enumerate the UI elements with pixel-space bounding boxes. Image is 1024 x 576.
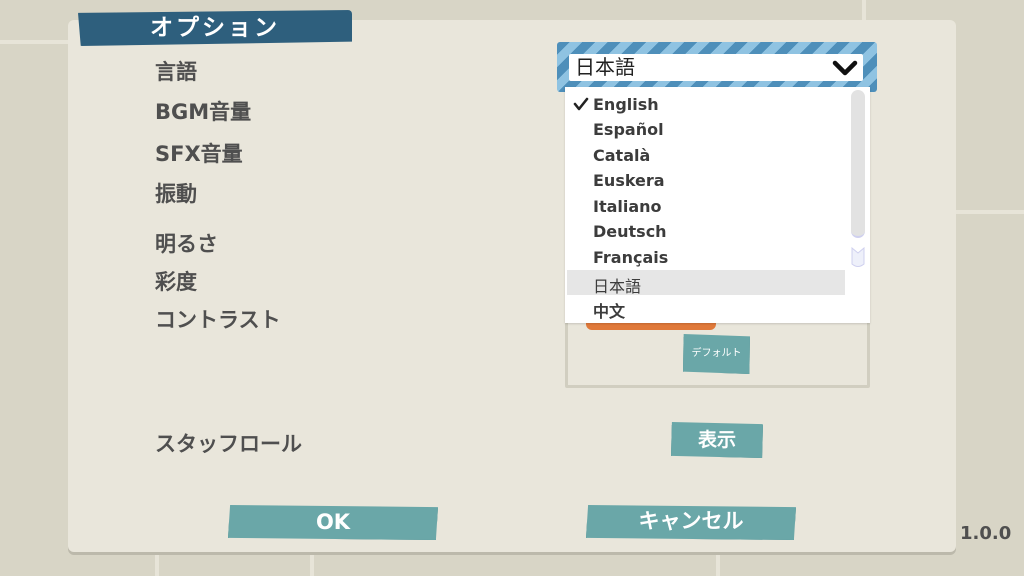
cancel-button[interactable]: キャンセル	[586, 505, 796, 540]
show-credits-button[interactable]: 表示	[671, 422, 763, 458]
language-option-label: Français	[593, 248, 669, 267]
language-option[interactable]: Català	[567, 143, 845, 168]
language-dropdown-list: English Español Català Euskera Italiano …	[565, 87, 870, 323]
language-option-label: Euskera	[593, 171, 665, 190]
language-option-label: Català	[593, 146, 651, 165]
language-option[interactable]: Español	[567, 117, 845, 142]
language-option[interactable]: Français	[567, 245, 845, 270]
contrast-label: コントラスト	[155, 308, 281, 332]
options-title: オプション	[78, 10, 352, 46]
chevron-down-icon[interactable]	[831, 58, 859, 78]
credits-label: スタッフロール	[155, 432, 302, 456]
language-option[interactable]: 中文	[567, 295, 845, 321]
sfx-volume-label: SFX音量	[155, 142, 243, 166]
bgm-volume-label: BGM音量	[155, 100, 252, 124]
language-option-label: English	[593, 95, 659, 114]
language-option-label: Italiano	[593, 197, 662, 216]
ok-button[interactable]: OK	[228, 505, 438, 540]
background-line	[0, 40, 70, 44]
background-line	[956, 210, 1024, 214]
language-option-label: 日本語	[593, 277, 642, 296]
dropdown-scrollbar-thumb[interactable]	[851, 90, 865, 238]
version-label: 1.0.0	[960, 523, 1012, 544]
brightness-label: 明るさ	[155, 232, 218, 256]
language-select[interactable]: 日本語	[557, 42, 877, 92]
background-line	[310, 552, 314, 576]
language-label: 言語	[155, 60, 197, 84]
language-option[interactable]: Deutsch	[567, 219, 845, 244]
background-line	[716, 552, 720, 576]
vibration-label: 振動	[155, 182, 197, 206]
checkmark-icon	[573, 97, 589, 111]
background-line	[862, 0, 866, 20]
language-option-label: 中文	[593, 302, 626, 321]
default-button[interactable]: デフォルト	[683, 334, 750, 374]
saturation-label: 彩度	[155, 270, 197, 294]
language-option[interactable]: Italiano	[567, 194, 845, 219]
scroll-down-icon[interactable]	[851, 247, 865, 269]
language-option[interactable]: English	[567, 92, 845, 117]
language-option-label: Deutsch	[593, 222, 667, 241]
language-select-value-box[interactable]: 日本語	[569, 54, 863, 81]
language-selected-value: 日本語	[575, 55, 635, 79]
language-option[interactable]: Euskera	[567, 168, 845, 193]
language-option-highlighted[interactable]: 日本語	[567, 270, 845, 296]
language-option-label: Español	[593, 120, 664, 139]
background-line	[155, 552, 159, 576]
